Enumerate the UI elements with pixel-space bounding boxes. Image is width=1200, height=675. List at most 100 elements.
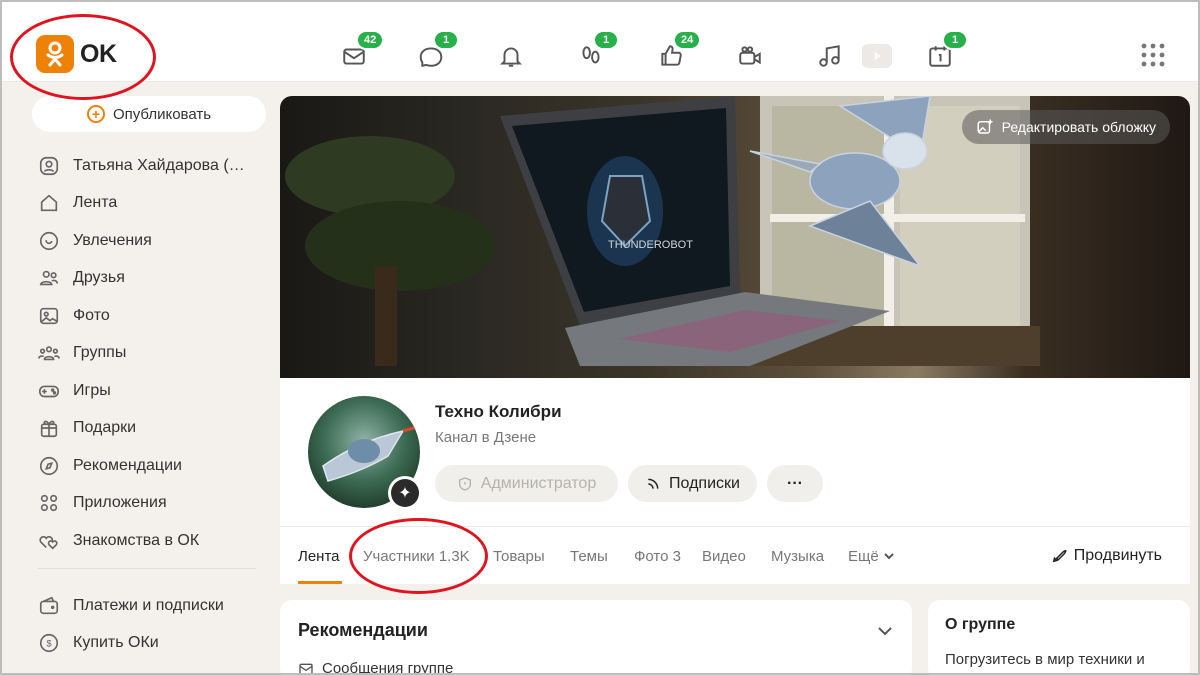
recommendations-card: Рекомендации Сообщения группе — [280, 600, 912, 675]
sidebar-item-recommendations[interactable]: Рекомендации — [38, 447, 268, 485]
image-edit-icon — [977, 119, 993, 134]
sidebar-divider — [38, 568, 256, 569]
hobby-icon — [39, 231, 59, 250]
chat-icon[interactable]: 1 — [415, 30, 459, 72]
plus-icon: + — [86, 105, 105, 123]
about-card: О группе Погрузитесь в мир техники и — [928, 600, 1190, 675]
laptop-screen-text: THUNDEROBOT — [608, 239, 693, 251]
top-bar: OK 42 1 1 24 1 — [2, 2, 1198, 82]
hearts-icon — [39, 535, 58, 550]
group-tabs: Лента Участники 1.3K Товары Темы Фото 3 … — [280, 526, 1190, 584]
sidebar-item-games[interactable]: Игры — [38, 372, 268, 410]
guests-badge: 1 — [593, 30, 619, 50]
group-subtitle: Канал в Дзене — [435, 429, 537, 446]
sidebar-item-label: Приложения — [73, 494, 167, 512]
apps-icon — [40, 495, 58, 512]
about-text: Погрузитесь в мир техники и — [945, 651, 1145, 668]
active-tab-indicator — [298, 581, 342, 584]
svg-text:$: $ — [46, 639, 51, 649]
group-name: Техно Колибри — [435, 402, 562, 421]
publish-button[interactable]: + Опубликовать — [32, 96, 266, 132]
sidebar-item-photo[interactable]: Фото — [38, 297, 268, 335]
bell-icon[interactable] — [495, 40, 527, 72]
sidebar-item-dating[interactable]: Знакомства в ОК — [38, 522, 268, 560]
mail-icon[interactable]: 42 — [338, 30, 385, 72]
sidebar-item-label: Татьяна Хайдарова (… — [73, 156, 245, 174]
user-icon — [39, 156, 59, 175]
recommendations-item-label: Сообщения группе — [322, 660, 454, 675]
group-cover: THUNDEROBOT Редактировать обложку — [280, 96, 1190, 378]
sidebar-item-friends[interactable]: Друзья — [38, 260, 268, 298]
ok-logo[interactable]: OK — [36, 35, 117, 73]
tab-photo[interactable]: Фото 3 — [634, 548, 681, 565]
apps-grid-icon[interactable] — [1140, 42, 1166, 68]
sidebar-item-groups[interactable]: Группы — [38, 335, 268, 373]
sidebar-item-label: Увлечения — [73, 231, 152, 249]
tab-topics[interactable]: Темы — [570, 548, 608, 565]
admin-button[interactable]: Администратор — [435, 465, 618, 502]
more-button[interactable]: ··· — [767, 465, 823, 502]
sidebar-item-profile[interactable]: Татьяна Хайдарова (… — [38, 147, 268, 185]
likes-badge: 24 — [673, 30, 702, 50]
sidebar-menu: Татьяна Хайдарова (… Лента Увлечения Дру… — [38, 147, 268, 560]
sidebar-item-hobbies[interactable]: Увлечения — [38, 222, 268, 260]
rss-icon — [648, 478, 659, 489]
tab-more-label: Ещё — [848, 548, 879, 565]
sidebar-item-payments[interactable]: Платежи и подписки — [38, 587, 268, 625]
calendar-badge: 1 — [942, 30, 968, 50]
promote-button[interactable]: Продвинуть — [1050, 547, 1162, 565]
sidebar-item-feed[interactable]: Лента — [38, 185, 268, 223]
about-title: О группе — [945, 616, 1016, 633]
sidebar-item-label: Рекомендации — [73, 456, 182, 474]
sidebar-item-label: Лента — [73, 194, 118, 212]
video-camera-icon[interactable] — [734, 40, 766, 72]
tab-goods[interactable]: Товары — [493, 548, 545, 565]
shield-icon — [458, 476, 471, 491]
compass-icon — [39, 456, 59, 475]
sidebar-item-label: Платежи и подписки — [73, 596, 224, 614]
tab-members[interactable]: Участники 1.3K — [363, 548, 470, 565]
chevron-down-icon[interactable] — [876, 622, 894, 640]
calendar-icon[interactable]: 1 — [924, 30, 968, 72]
video-play-icon[interactable] — [862, 44, 892, 68]
zen-badge: ✦ — [388, 476, 422, 510]
star-icon: ✦ — [391, 479, 419, 507]
recommendations-item[interactable]: Сообщения группе — [298, 660, 453, 675]
more-label: ··· — [787, 474, 803, 492]
tab-more[interactable]: Ещё — [848, 548, 895, 565]
chevron-down-icon — [884, 553, 894, 560]
publish-label: Опубликовать — [112, 105, 212, 123]
friends-icon — [39, 271, 59, 286]
sidebar-item-label: Группы — [73, 344, 127, 362]
gift-icon — [40, 420, 58, 438]
wallet-icon — [39, 596, 59, 614]
tab-video[interactable]: Видео — [702, 548, 746, 565]
edit-cover-label: Редактировать обложку — [1001, 119, 1156, 135]
rocket-icon — [1052, 549, 1067, 563]
thumbs-up-icon[interactable]: 24 — [655, 30, 702, 72]
sidebar-item-label: Подарки — [73, 419, 137, 437]
logo-text: OK — [80, 39, 117, 68]
admin-label: Администратор — [480, 474, 597, 492]
groups-icon — [38, 346, 60, 361]
edit-cover-button[interactable]: Редактировать обложку — [961, 110, 1170, 144]
sidebar-item-gifts[interactable]: Подарки — [38, 410, 268, 448]
tab-feed[interactable]: Лента — [298, 548, 340, 565]
sidebar-item-label: Игры — [73, 381, 111, 399]
sidebar-item-label: Фото — [73, 306, 110, 324]
ok-logo-icon — [36, 35, 74, 73]
group-profile: ✦ Техно Колибри Канал в Дзене Администра… — [280, 378, 1190, 526]
coin-icon: $ — [39, 634, 59, 653]
chat-badge: 1 — [433, 30, 459, 50]
promote-label: Продвинуть — [1073, 547, 1162, 564]
sidebar-item-buy-ok[interactable]: $ Купить ОКи — [38, 625, 268, 663]
music-note-icon[interactable] — [814, 40, 846, 72]
subscriptions-button[interactable]: Подписки — [628, 465, 757, 502]
subscriptions-label: Подписки — [669, 474, 740, 492]
message-icon — [299, 663, 313, 674]
sidebar-item-label: Купить ОКи — [73, 634, 159, 652]
sidebar-item-apps[interactable]: Приложения — [38, 485, 268, 523]
footprints-icon[interactable]: 1 — [575, 30, 619, 72]
recommendations-title: Рекомендации — [298, 620, 428, 640]
tab-music[interactable]: Музыка — [771, 548, 824, 565]
